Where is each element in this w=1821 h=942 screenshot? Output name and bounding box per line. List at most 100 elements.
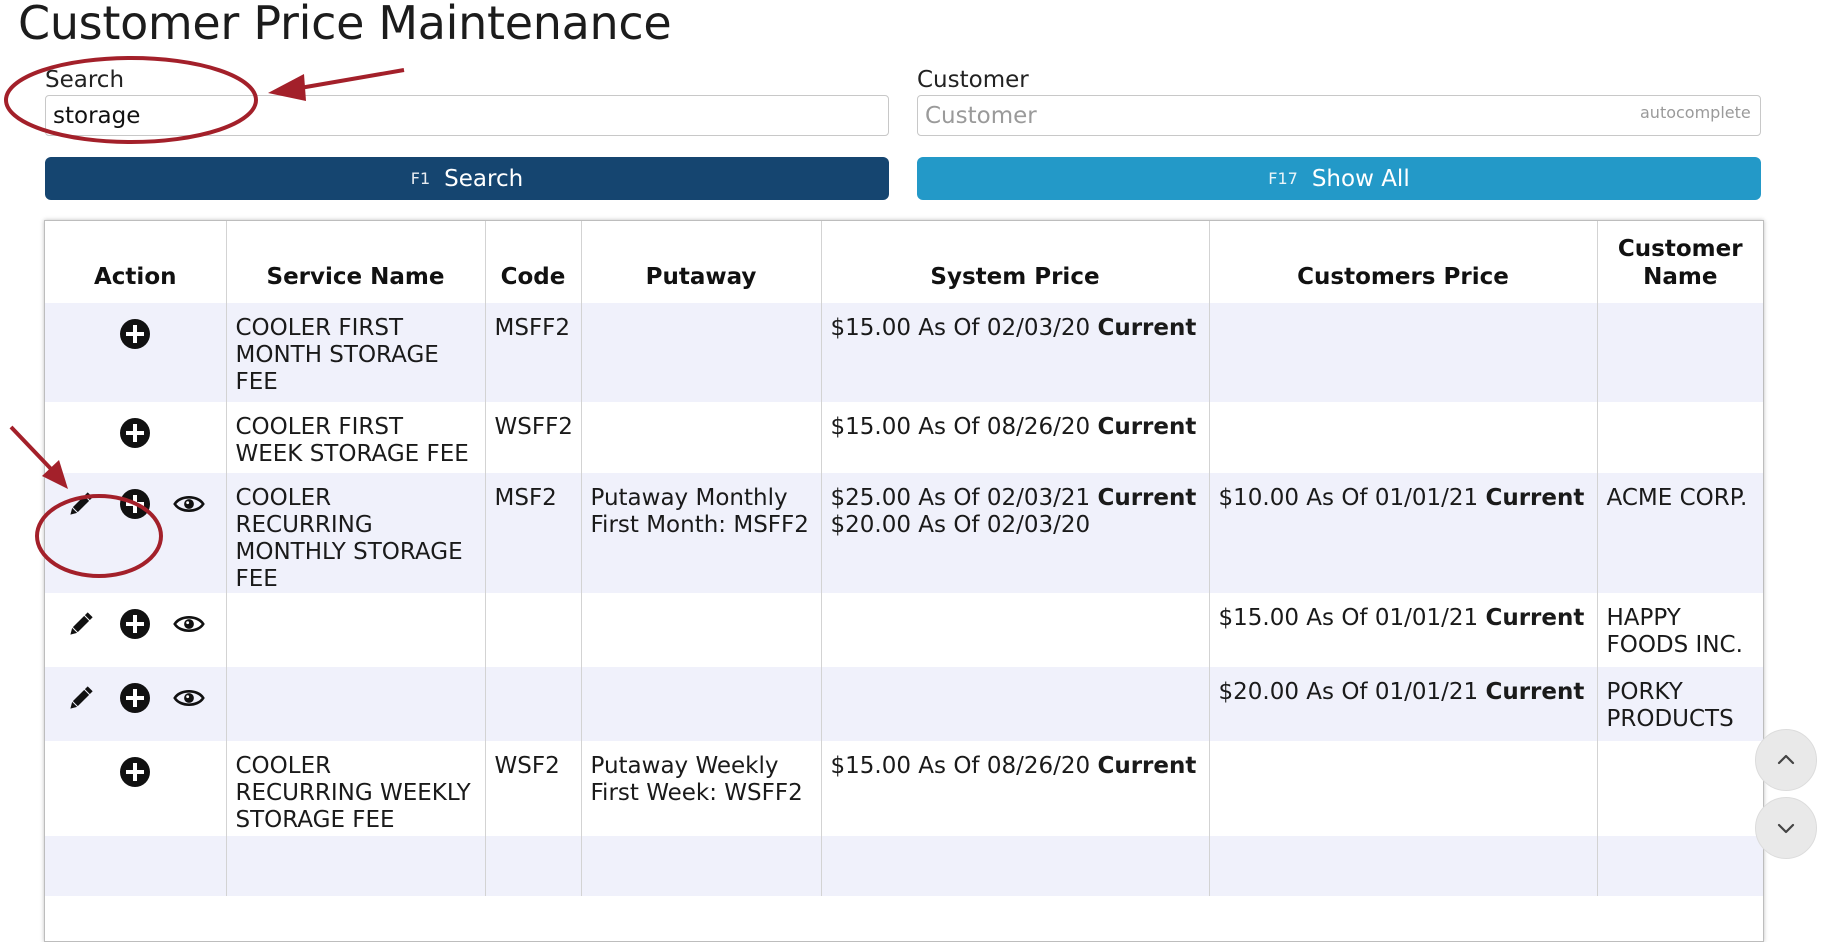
cell-customer-name: ACME CORP. xyxy=(1596,473,1763,593)
cell-service-name: COOLER FIRST MONTH STORAGE FEE xyxy=(225,303,485,402)
cell-code xyxy=(484,836,581,896)
header-customers-price[interactable]: Customers Price xyxy=(1208,221,1597,303)
cell-service-name-text: COOLER FIRST WEEK STORAGE FEE xyxy=(235,414,469,467)
cell-putaway-line: First Month: MSFF2 xyxy=(590,512,809,538)
cell-customers-price: $10.00 As Of 01/01/21 Current xyxy=(1208,473,1597,593)
cell-putaway: Putaway Monthly First Month: MSFF2 xyxy=(580,473,821,593)
show-all-button-label: Show All xyxy=(1311,165,1410,192)
autocomplete-hint: autocomplete xyxy=(1640,103,1751,122)
cell-action xyxy=(45,473,226,593)
table-row: COOLER RECURRING MONTHLY STORAGE FEE MSF2… xyxy=(45,473,1763,593)
cell-customer-name xyxy=(1596,303,1763,402)
eye-icon[interactable] xyxy=(173,608,206,640)
cell-customer-name xyxy=(1596,836,1763,896)
cell-system-price: $25.00 As Of 02/03/21 Current $20.00 As O… xyxy=(820,473,1209,593)
search-input[interactable] xyxy=(45,95,889,136)
cell-system-price xyxy=(820,667,1209,741)
price-status: Current xyxy=(1097,753,1197,779)
cell-customers-price xyxy=(1208,402,1597,473)
search-button[interactable]: F1 Search xyxy=(45,157,889,200)
add-icon[interactable] xyxy=(119,417,151,449)
cell-customer-name-text: ACME CORP. xyxy=(1606,485,1748,511)
header-code[interactable]: Code xyxy=(484,221,581,303)
price-text: $15.00 As Of 01/01/21 xyxy=(1218,605,1479,631)
header-putaway[interactable]: Putaway xyxy=(580,221,821,303)
show-all-fkey: F17 xyxy=(1268,169,1298,188)
eye-icon[interactable] xyxy=(173,488,206,520)
cell-code-text: WSF2 xyxy=(494,753,560,779)
cell-putaway xyxy=(580,303,821,402)
price-status: Current xyxy=(1485,605,1585,631)
cell-service-name: COOLER RECURRING MONTHLY STORAGE FEE xyxy=(225,473,485,593)
cell-code xyxy=(484,667,581,741)
cell-action xyxy=(45,667,226,741)
table-row xyxy=(45,836,1763,896)
table-row: COOLER RECURRING WEEKLY STORAGE FEE WSF2 P… xyxy=(45,741,1763,836)
cell-customers-price xyxy=(1208,741,1597,836)
header-system-price[interactable]: System Price xyxy=(820,221,1209,303)
cell-system-price: $15.00 As Of 08/26/20 Current xyxy=(820,402,1209,473)
search-button-label: Search xyxy=(444,165,524,192)
add-icon[interactable] xyxy=(119,756,151,788)
cell-code: MSF2 xyxy=(484,473,581,593)
price-status: Current xyxy=(1097,315,1197,341)
cell-action xyxy=(45,303,226,402)
header-service-name[interactable]: Service Name xyxy=(225,221,485,303)
cell-service-name-text: COOLER RECURRING WEEKLY STORAGE FEE xyxy=(235,753,471,833)
header-action[interactable]: Action xyxy=(45,221,226,303)
pencil-icon[interactable] xyxy=(65,488,97,520)
cell-customer-name-text: HAPPY FOODS INC. xyxy=(1606,605,1743,658)
price-table-container[interactable]: Action Service Name Code Putaway System … xyxy=(44,220,1764,942)
page-title: Customer Price Maintenance xyxy=(18,0,672,50)
price-text: $25.00 As Of 02/03/21 xyxy=(830,485,1091,511)
eye-icon[interactable] xyxy=(173,682,206,714)
cell-service-name xyxy=(225,667,485,741)
cell-putaway-line: Putaway Weekly xyxy=(590,753,779,779)
add-icon[interactable] xyxy=(119,318,151,350)
cell-code-text: WSFF2 xyxy=(494,414,573,440)
price-status: Current xyxy=(1485,485,1585,511)
cell-action xyxy=(45,741,226,836)
show-all-button[interactable]: F17 Show All xyxy=(917,157,1761,200)
cell-service-name: COOLER FIRST WEEK STORAGE FEE xyxy=(225,402,485,473)
add-icon[interactable] xyxy=(119,682,151,714)
price-text: $20.00 As Of 02/03/20 xyxy=(830,512,1091,538)
cell-code-text: MSFF2 xyxy=(494,315,571,341)
scroll-down-button[interactable] xyxy=(1755,797,1817,859)
price-entry: $15.00 As Of 08/26/20 Current xyxy=(831,414,1200,441)
cell-putaway xyxy=(580,593,821,667)
table-row: $20.00 As Of 01/01/21 Current PORKY PRODU… xyxy=(45,667,1763,741)
cell-action xyxy=(45,836,226,896)
cell-putaway-line: Putaway Monthly xyxy=(590,485,788,511)
cell-service-name xyxy=(225,836,485,896)
header-customer-name[interactable]: Customer Name xyxy=(1596,221,1763,303)
cell-system-price xyxy=(820,836,1209,896)
chevron-down-icon xyxy=(1774,816,1798,840)
price-text: $15.00 As Of 08/26/20 xyxy=(830,414,1091,440)
cell-customer-name: PORKY PRODUCTS xyxy=(1596,667,1763,741)
price-text: $20.00 As Of 01/01/21 xyxy=(1218,679,1479,705)
price-status: Current xyxy=(1097,414,1197,440)
table-header-row: Action Service Name Code Putaway System … xyxy=(45,221,1763,303)
pencil-icon[interactable] xyxy=(65,682,97,714)
pencil-icon[interactable] xyxy=(65,608,97,640)
cell-customer-name: HAPPY FOODS INC. xyxy=(1596,593,1763,667)
cell-code-text: MSF2 xyxy=(494,485,557,511)
add-icon[interactable] xyxy=(119,488,151,520)
price-text: $15.00 As Of 02/03/20 xyxy=(830,315,1091,341)
price-entry: $20.00 As Of 02/03/20 xyxy=(831,512,1200,539)
cell-service-name-text: COOLER FIRST MONTH STORAGE FEE xyxy=(235,315,439,395)
customer-input[interactable] xyxy=(917,95,1761,136)
price-status: Current xyxy=(1485,679,1585,705)
price-table: Action Service Name Code Putaway System … xyxy=(45,221,1763,896)
cell-code: WSF2 xyxy=(484,741,581,836)
cell-code xyxy=(484,593,581,667)
cell-code: MSFF2 xyxy=(484,303,581,402)
price-entry: $15.00 As Of 01/01/21 Current xyxy=(1219,605,1588,632)
cell-service-name-text: COOLER RECURRING MONTHLY STORAGE FEE xyxy=(235,485,463,592)
scroll-up-button[interactable] xyxy=(1755,729,1817,791)
table-row: COOLER FIRST MONTH STORAGE FEE MSFF2 $15.0… xyxy=(45,303,1763,402)
cell-putaway-line: First Week: WSFF2 xyxy=(590,780,803,806)
add-icon[interactable] xyxy=(119,608,151,640)
price-status: Current xyxy=(1097,485,1197,511)
